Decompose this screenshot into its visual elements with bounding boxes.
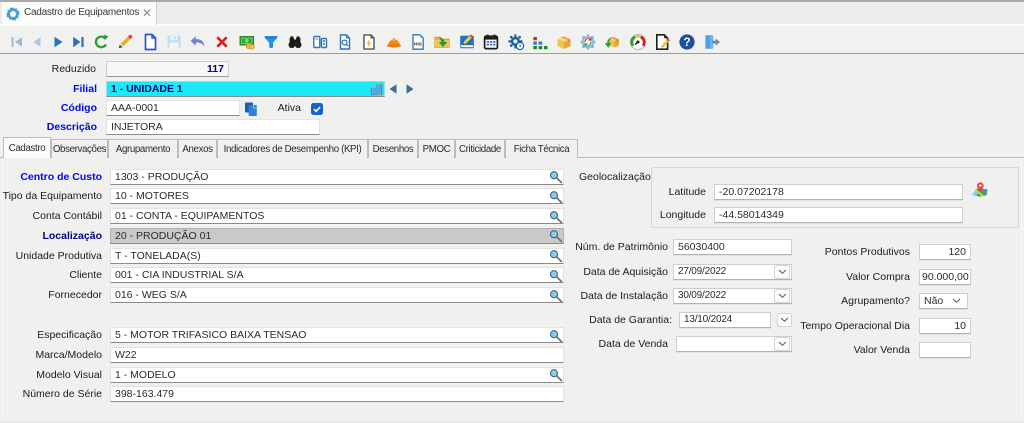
svg-text:?: ?	[683, 37, 690, 49]
svg-text:HIS: HIS	[414, 42, 422, 47]
